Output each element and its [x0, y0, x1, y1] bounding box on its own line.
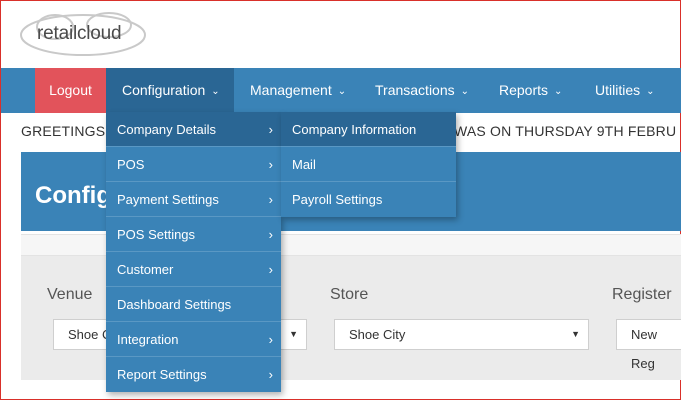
store-select[interactable]: Shoe City ▼: [334, 319, 589, 350]
submenu-item-label: Payroll Settings: [292, 192, 383, 207]
caret-down-icon: ▼: [571, 329, 580, 339]
venue-label: Venue: [47, 286, 93, 303]
greeting-right: WAS ON THURSDAY 9TH FEBRU: [454, 123, 677, 139]
chevron-down-icon: ⌄: [211, 86, 220, 97]
chevron-right-icon: ›: [268, 367, 273, 382]
submenu-item-payroll-settings[interactable]: Payroll Settings: [281, 182, 456, 217]
submenu-item-label: Mail: [292, 157, 316, 172]
nav-management[interactable]: Management ⌄: [250, 68, 346, 113]
chevron-down-icon: ⌄: [646, 86, 655, 97]
page-title: Config: [35, 182, 111, 209]
menu-item-pos-settings[interactable]: POS Settings ›: [106, 217, 281, 252]
menu-item-label: Payment Settings: [117, 192, 219, 207]
store-select-value: Shoe City: [349, 327, 406, 342]
menu-item-label: Report Settings: [117, 367, 207, 382]
menu-item-dashboard-settings[interactable]: Dashboard Settings: [106, 287, 281, 322]
nav-transactions[interactable]: Transactions ⌄: [375, 68, 469, 113]
menu-item-label: POS: [117, 157, 145, 172]
retailcloud-logo[interactable]: retailcloud: [19, 11, 149, 59]
menu-item-label: Company Details: [117, 122, 216, 137]
menu-item-label: POS Settings: [117, 227, 196, 242]
greeting-text: GREETINGS WAS ON THURSDAY 9TH FEBRU: [21, 123, 676, 139]
submenu-item-label: Company Information: [292, 122, 417, 137]
configuration-dropdown: Company Details › POS › Payment Settings › POS…: [106, 112, 281, 392]
menu-item-company-details[interactable]: Company Details ›: [106, 112, 281, 147]
menu-item-label: Dashboard Settings: [117, 297, 232, 312]
venue-select-value: Shoe C: [68, 327, 112, 342]
chevron-right-icon: ›: [268, 122, 273, 137]
nav-configuration-label: Configuration: [122, 82, 206, 98]
register-select[interactable]: New Reg: [616, 319, 681, 371]
nav-reports-label: Reports: [499, 82, 549, 98]
chevron-right-icon: ›: [268, 227, 273, 242]
logo-text: retailcloud: [37, 23, 122, 44]
chevron-right-icon: ›: [268, 262, 273, 277]
chevron-down-icon: ⌄: [554, 86, 563, 97]
nav-utilities[interactable]: Utilities ⌄: [595, 68, 655, 113]
nav-configuration[interactable]: Configuration ⌄: [106, 68, 234, 113]
company-details-submenu: Company Information Mail Payroll Settings: [281, 112, 456, 217]
menu-item-integration[interactable]: Integration ›: [106, 322, 281, 357]
register-label: Register: [612, 286, 672, 303]
logout-button[interactable]: Logout: [35, 68, 106, 113]
logout-label: Logout: [49, 82, 92, 98]
chevron-right-icon: ›: [268, 157, 273, 172]
chevron-down-icon: ⌄: [337, 86, 347, 97]
submenu-item-mail[interactable]: Mail: [281, 147, 456, 182]
store-label: Store: [330, 286, 369, 303]
caret-down-icon: ▼: [289, 329, 298, 339]
menu-item-pos[interactable]: POS ›: [106, 147, 281, 182]
menu-item-report-settings[interactable]: Report Settings ›: [106, 357, 281, 392]
menu-item-payment-settings[interactable]: Payment Settings ›: [106, 182, 281, 217]
main-navbar: Logout Configuration ⌄ Management ⌄ Transa…: [1, 68, 681, 113]
chevron-right-icon: ›: [268, 192, 273, 207]
register-select-value: New Reg: [631, 327, 658, 371]
nav-management-label: Management: [250, 82, 332, 98]
chevron-right-icon: ›: [268, 332, 273, 347]
nav-reports[interactable]: Reports ⌄: [499, 68, 562, 113]
greeting-left: GREETINGS: [21, 123, 106, 139]
menu-item-customer[interactable]: Customer ›: [106, 252, 281, 287]
menu-item-label: Customer: [117, 262, 174, 277]
submenu-item-company-information[interactable]: Company Information: [281, 112, 456, 147]
chevron-down-icon: ⌄: [460, 86, 470, 97]
nav-utilities-label: Utilities: [595, 82, 641, 98]
nav-transactions-label: Transactions: [375, 82, 455, 98]
menu-item-label: Integration: [117, 332, 179, 347]
